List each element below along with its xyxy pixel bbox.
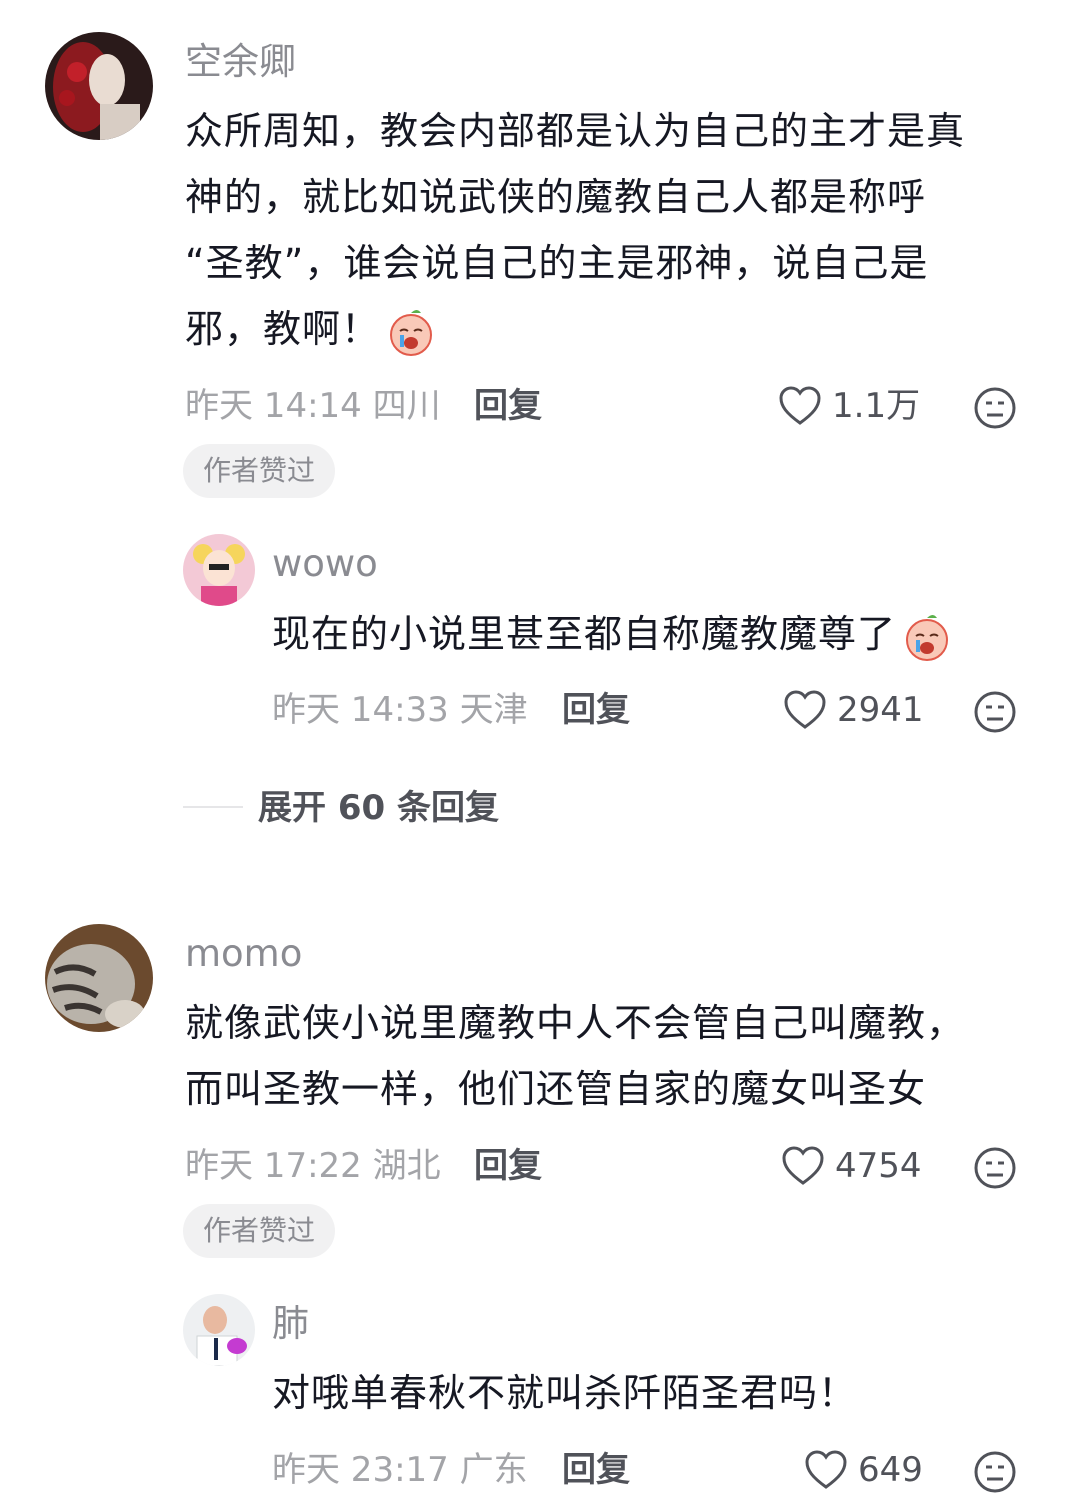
reply-username[interactable]: wowo <box>272 542 378 586</box>
avatar[interactable] <box>45 924 153 1032</box>
comment-location: 四川 <box>372 386 441 426</box>
meh-face-icon[interactable] <box>973 386 1017 430</box>
comment-time: 昨天 14:14 <box>185 386 362 426</box>
reply-button[interactable]: 回复 <box>562 1448 630 1492</box>
like-count: 1.1万 <box>832 386 921 426</box>
reply-button[interactable]: 回复 <box>562 688 630 732</box>
like-button[interactable]: 2941 <box>783 688 924 732</box>
comment-location: 天津 <box>459 690 528 730</box>
comment-line: “圣教”，谁会说自己的主是邪神，说自己是 <box>185 241 929 285</box>
like-count: 4754 <box>835 1146 922 1186</box>
reply-button[interactable]: 回复 <box>474 384 542 428</box>
like-button[interactable]: 649 <box>804 1448 923 1492</box>
reply-body: 对哦单春秋不就叫杀阡陌圣君吗！ <box>272 1360 1032 1426</box>
heart-outline-icon <box>784 690 826 729</box>
like-count: 2941 <box>837 690 924 730</box>
heart-outline-icon <box>779 386 821 425</box>
comment-time: 昨天 23:17 <box>272 1450 449 1490</box>
comment-line: 众所周知，教会内部都是认为自己的主才是真 <box>185 109 966 153</box>
reply-username[interactable]: 肺 <box>272 1302 309 1346</box>
comment-line: 邪，教啊！ <box>185 296 1045 362</box>
comment-line-text: 现在的小说里甚至都自称魔教魔尊了 <box>272 612 897 656</box>
like-button[interactable]: 4754 <box>781 1144 922 1188</box>
meh-face-icon[interactable] <box>973 1450 1017 1494</box>
meh-face-icon[interactable] <box>973 1146 1017 1190</box>
comment-meta: 昨天 14:14 四川 <box>185 384 441 428</box>
comment-line: 现在的小说里甚至都自称魔教魔尊了 <box>272 601 1032 667</box>
reply-meta: 昨天 14:33 天津 <box>272 688 528 732</box>
divider <box>183 806 243 808</box>
avatar[interactable] <box>183 1294 255 1366</box>
reply-body: 现在的小说里甚至都自称魔教魔尊了 <box>272 601 1032 667</box>
comment-line-text: 邪，教啊！ <box>185 307 381 351</box>
avatar[interactable] <box>183 534 255 606</box>
comment-location: 广东 <box>459 1450 528 1490</box>
crying-face-icon <box>386 307 436 357</box>
comment-username[interactable]: 空余卿 <box>185 40 296 84</box>
reply-meta: 昨天 23:17 广东 <box>272 1448 528 1492</box>
comment-line: 就像武侠小说里魔教中人不会管自己叫魔教， <box>185 1001 966 1045</box>
comment-username[interactable]: momo <box>185 932 302 976</box>
author-liked-badge: 作者赞过 <box>183 1204 336 1258</box>
heart-outline-icon <box>782 1146 824 1185</box>
meh-face-icon[interactable] <box>973 690 1017 734</box>
author-liked-badge: 作者赞过 <box>183 444 336 498</box>
expand-replies-button[interactable]: 展开 60 条回复 <box>258 786 499 830</box>
comment-time: 昨天 14:33 <box>272 690 449 730</box>
comment-line: 而叫圣教一样，他们还管自家的魔女叫圣女 <box>185 1067 927 1111</box>
comment-location: 湖北 <box>372 1146 441 1186</box>
heart-outline-icon <box>805 1450 847 1489</box>
comment-meta: 昨天 17:22 湖北 <box>185 1144 441 1188</box>
like-button[interactable]: 1.1万 <box>778 384 920 428</box>
comment-line: 对哦单春秋不就叫杀阡陌圣君吗！ <box>272 1371 858 1415</box>
like-count: 649 <box>858 1450 923 1490</box>
comment-body: 就像武侠小说里魔教中人不会管自己叫魔教， 而叫圣教一样，他们还管自家的魔女叫圣女 <box>185 990 1045 1122</box>
comment-body: 众所周知，教会内部都是认为自己的主才是真 神的，就比如说武侠的魔教自己人都是称呼… <box>185 98 1045 362</box>
comment-time: 昨天 17:22 <box>185 1146 362 1186</box>
comment-line: 神的，就比如说武侠的魔教自己人都是称呼 <box>185 175 927 219</box>
avatar[interactable] <box>45 32 153 140</box>
crying-face-icon <box>902 612 952 662</box>
reply-button[interactable]: 回复 <box>474 1144 542 1188</box>
